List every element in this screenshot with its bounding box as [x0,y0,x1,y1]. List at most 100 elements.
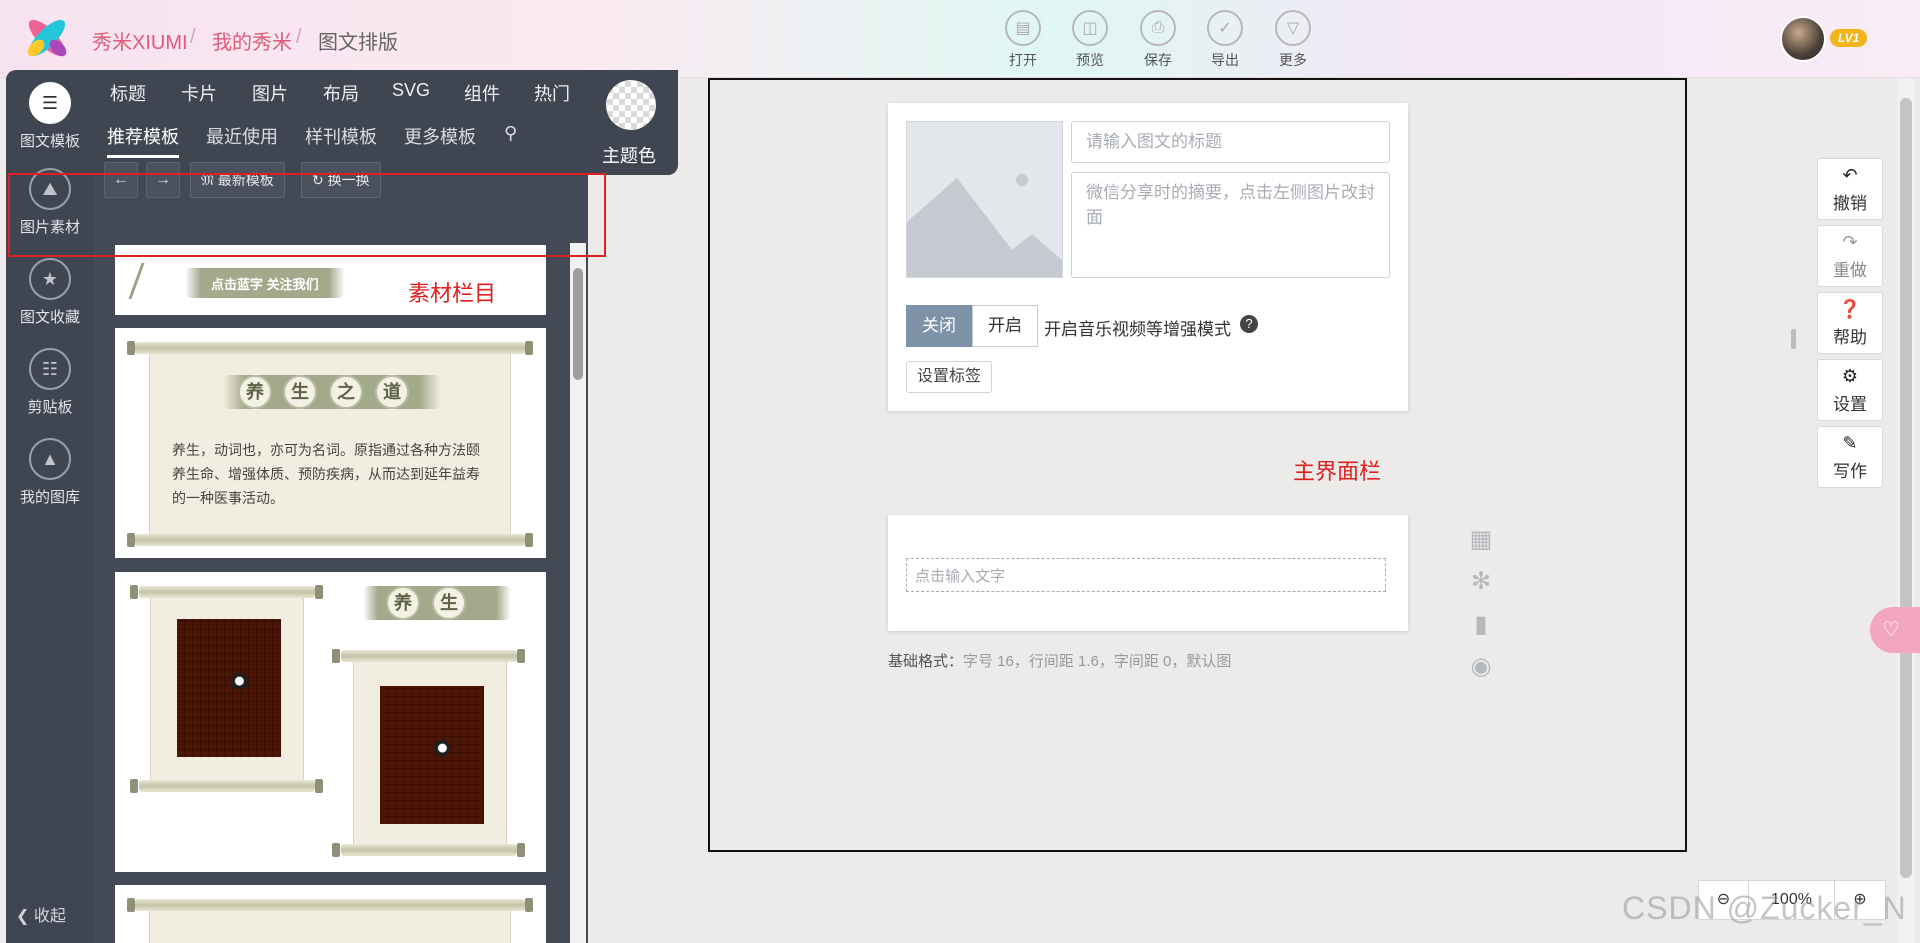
tab-more[interactable]: 更多模板 [404,123,476,149]
export-button[interactable]: ✓ 导出 [1197,10,1253,70]
cover-image-placeholder[interactable] [906,121,1063,278]
rod-end [525,898,533,912]
theme-color-swatch[interactable] [606,80,656,130]
summary-input[interactable]: 微信分享时的摘要，点击左侧图片改封面 [1071,172,1390,278]
format-info: 基础格式：字号 16，行间距 1.6，字间距 0，默认图 [888,650,1231,671]
collapse-label: 收起 [33,908,66,925]
sidebar-item-templates[interactable]: ☰ 图文模板 [6,82,94,151]
open-button[interactable]: ▤ 打开 [995,10,1051,70]
save-icon: ⎙ [1140,10,1176,46]
bamboo-decoration [128,263,184,299]
rod-end [127,898,135,912]
template-card-partial[interactable] [115,885,546,943]
scroll-rod-top [135,899,525,911]
text-input[interactable]: 点击输入文字 [906,558,1386,592]
title-char: 之 [329,375,363,409]
settings-button[interactable]: ⚙ 设置 [1817,359,1883,421]
save-button[interactable]: ⎙ 保存 [1130,10,1186,70]
page-scroll-thumb[interactable] [1900,98,1912,878]
more-button[interactable]: ▽ 更多 [1265,10,1321,70]
format-label: 基础格式： [888,653,964,670]
settings-label: 设置 [1833,395,1867,414]
image-placeholder-icon [907,174,1062,277]
category-component[interactable]: 组件 [464,80,500,106]
xiumi-logo-icon[interactable] [20,14,74,62]
tab-recommended[interactable]: 推荐模板 [107,123,179,158]
category-card[interactable]: 卡片 [181,80,217,106]
sidebar-item-label: 剪贴板 [27,399,73,416]
redo-button[interactable]: ↷ 重做 [1817,225,1883,287]
scroll-rod-bottom [135,534,525,546]
preview-label: 预览 [1076,52,1104,68]
help-button[interactable]: ❓ 帮助 [1817,292,1883,354]
rod-end [315,585,323,599]
tab-recent[interactable]: 最近使用 [206,123,278,149]
enhance-on-button[interactable]: 开启 [972,305,1038,347]
main-annotation-label: 主界面栏 [1293,459,1382,484]
write-button[interactable]: ✎ 写作 [1817,426,1883,488]
scroll-rod-bottom [341,844,517,856]
title-char: 养 [386,586,420,620]
help-label: 帮助 [1833,328,1867,347]
help-circle-icon[interactable]: ? [1240,315,1258,333]
breadcrumb-home[interactable]: 秀米XIUMI [92,26,188,55]
template-icon: ☰ [29,82,71,124]
rod-end [525,341,533,355]
undo-button[interactable]: ↶ 撤销 [1817,158,1883,220]
tab-sample[interactable]: 样刊模板 [305,123,377,149]
category-image[interactable]: 图片 [252,80,288,106]
format-value: 字号 16，行间距 1.6，字间距 0，默认图 [963,653,1232,670]
scroll-rod-bottom [139,780,315,792]
grid-icon[interactable]: ▦ [1468,527,1494,553]
rod-end [525,533,533,547]
template-card-scroll-text[interactable]: 养 生 之 道 养生，动词也，亦可为名词。原指通过各种方法颐养生命、增强体质、预… [115,328,546,558]
breadcrumb-my-xiumi[interactable]: 我的秀米 [212,26,292,55]
set-tags-button[interactable]: 设置标签 [906,361,993,393]
drag-handle[interactable] [1791,329,1796,349]
template-body-text: 养生，动词也，亦可为名词。原指通过各种方法颐养生命、增强体质、预防疾病，从而达到… [172,442,480,506]
more-icon: ▽ [1275,10,1311,46]
template-card-photos[interactable]: 养 生 [115,572,546,872]
bar-chart-icon[interactable]: ▮ [1468,612,1494,638]
go-board-photo [380,686,484,824]
eye-icon[interactable]: ◉ [1468,654,1494,680]
rod-end [130,585,138,599]
collapse-button[interactable]: ❮ 收起 [16,902,66,926]
rod-end [517,649,525,663]
top-bar: 秀米XIUMI / 我的秀米 / 图文排版 ▤ 打开 ◫ 预览 ⎙ 保存 ✓ 导… [0,0,1920,78]
title-input[interactable]: 请输入图文的标题 [1071,121,1390,163]
sidebar-item-label: 我的图库 [19,489,80,506]
undo-icon: ↶ [1842,165,1858,185]
save-label: 保存 [1144,52,1172,68]
export-icon: ✓ [1207,10,1243,46]
sidebar-item-favorites[interactable]: ★ 图文收藏 [6,258,94,327]
rod-end [517,843,525,857]
sidebar-item-clipboard[interactable]: ☷ 剪贴板 [6,348,94,417]
open-label: 打开 [1009,52,1037,68]
category-svg[interactable]: SVG [392,80,430,101]
redo-icon: ↷ [1842,232,1858,252]
category-title[interactable]: 标题 [110,80,146,106]
title-char: 养 [238,375,272,409]
category-hot[interactable]: 热门 [534,80,570,106]
floating-assistant-icon[interactable]: ♡ [1870,607,1920,653]
material-annotation-box [8,173,606,257]
breadcrumb-separator: / [296,26,302,48]
preview-button[interactable]: ◫ 预览 [1062,10,1118,70]
theme-color-label: 主题色 [602,146,656,166]
rod-end [332,843,340,857]
avatar[interactable] [1780,16,1826,62]
template-list-scroll-thumb[interactable] [573,268,583,380]
favorites-icon: ★ [29,258,71,300]
sidebar-item-gallery[interactable]: ▲ 我的图库 [6,438,94,507]
search-icon[interactable]: ⚲ [504,123,517,144]
asterisk-icon[interactable]: ✻ [1468,569,1494,595]
help-icon: ❓ [1838,299,1862,319]
sidebar-item-label: 图文收藏 [19,309,80,326]
gear-icon: ⚙ [1841,366,1859,386]
enhance-off-button[interactable]: 关闭 [906,305,972,347]
category-panel: 标题 卡片 图片 布局 SVG 组件 热门 推荐模板 最近使用 样刊模板 更多模… [94,70,678,175]
article-meta-card: 请输入图文的标题 微信分享时的摘要，点击左侧图片改封面 关闭 开启 开启音乐视频… [888,103,1408,411]
chevron-left-icon: ❮ [16,908,30,925]
category-layout[interactable]: 布局 [323,80,359,106]
